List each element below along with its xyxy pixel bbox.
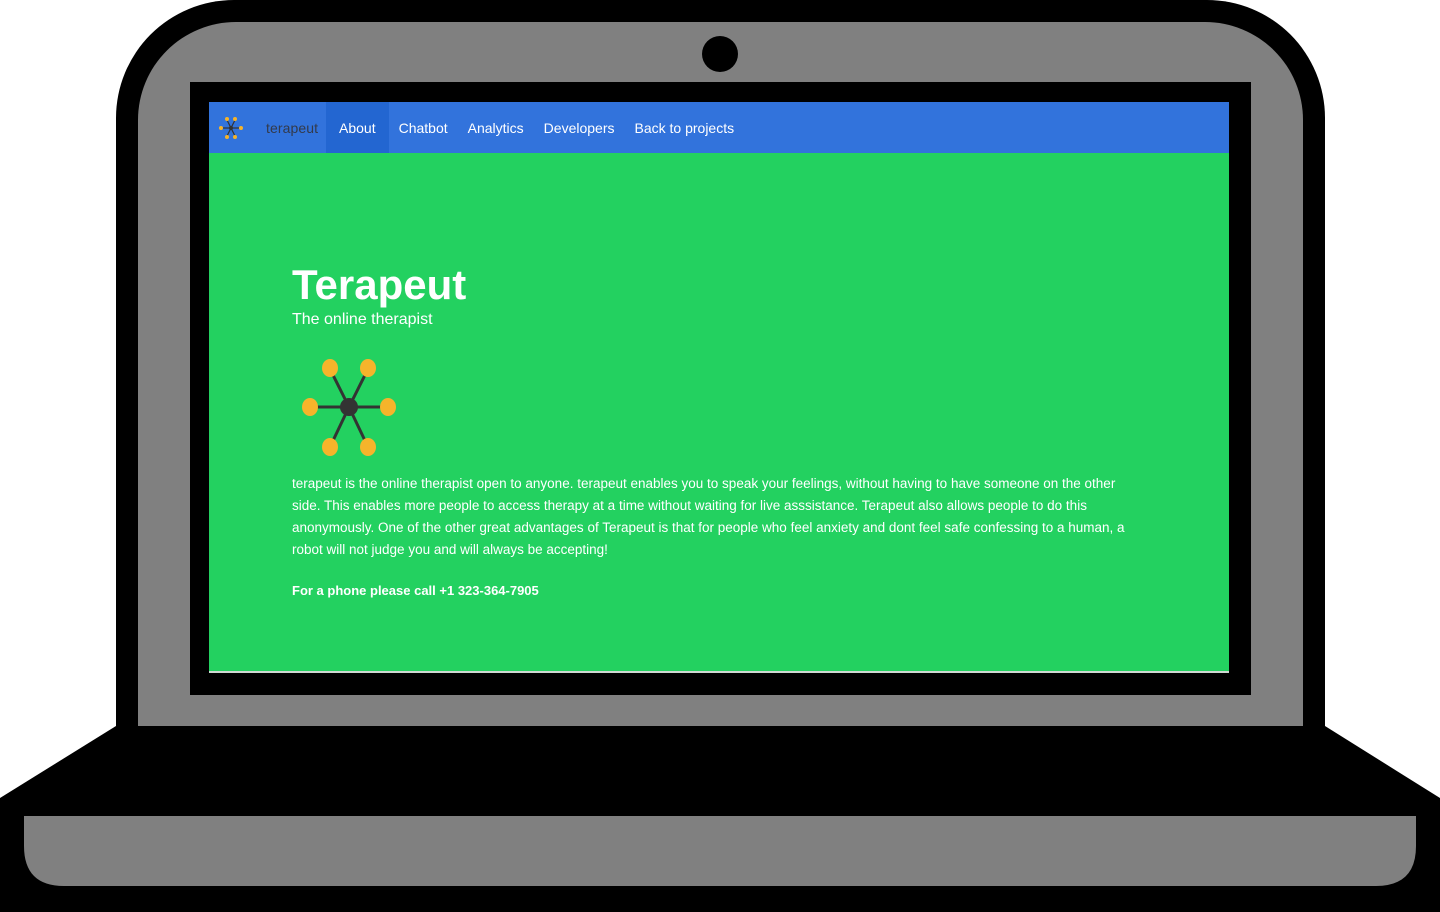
- laptop-mockup: terapeut About Chatbot Analytics Develop…: [0, 0, 1440, 912]
- phone-contact: For a phone please call +1 323-364-7905: [292, 583, 539, 599]
- nav-developers[interactable]: Developers: [534, 102, 625, 153]
- page-title: Terapeut: [292, 261, 467, 308]
- nav-chatbot[interactable]: Chatbot: [389, 102, 458, 153]
- hero-section: Terapeut The online therapist terapeut i…: [292, 261, 1152, 599]
- brand-name: terapeut: [266, 119, 319, 136]
- description-text: terapeut is the online therapist open to…: [292, 476, 1125, 558]
- divider: [209, 671, 1229, 673]
- page-subtitle: The online therapist: [292, 311, 433, 329]
- molecule-icon: [219, 116, 243, 139]
- browser-screen: terapeut About Chatbot Analytics Develop…: [209, 102, 1229, 673]
- brand-link[interactable]: terapeut: [209, 102, 326, 153]
- molecule-icon: [302, 359, 396, 457]
- laptop-base: [0, 726, 1440, 912]
- nav-back-to-projects[interactable]: Back to projects: [625, 102, 745, 153]
- webcam-icon: [702, 36, 738, 72]
- navbar: terapeut About Chatbot Analytics Develop…: [209, 102, 1229, 153]
- nav-about[interactable]: About: [326, 102, 389, 153]
- nav-analytics[interactable]: Analytics: [458, 102, 534, 153]
